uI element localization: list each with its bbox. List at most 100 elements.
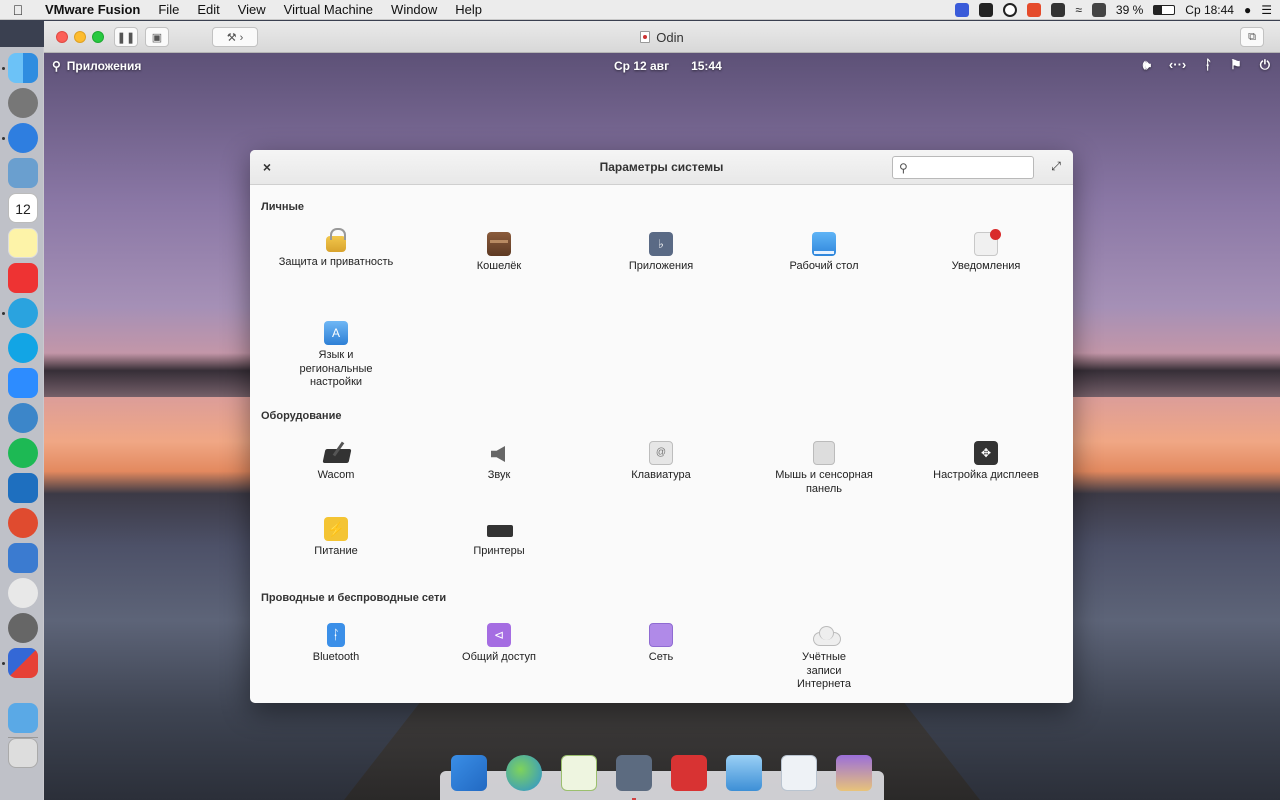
menu-file[interactable]: File [149, 2, 188, 17]
plug-notifications[interactable]: Уведомления [905, 229, 1067, 274]
tablet-icon [324, 441, 348, 465]
mac-dock: 12 [0, 47, 44, 800]
menu-help[interactable]: Help [446, 2, 491, 17]
plug-label: Принтеры [473, 545, 525, 557]
guest-top-panel: ⚲ Приложения Ср 12 авг 15:44 🕪 ‹··› ᛛ ⚑ … [44, 53, 1280, 79]
plug-security-privacy[interactable]: Защита и приватность [255, 228, 417, 270]
printer-icon [487, 517, 513, 543]
qbittorrent-icon[interactable] [8, 403, 38, 433]
plug-desktop[interactable]: Рабочий стол [743, 232, 905, 274]
shield-tray-icon[interactable] [1051, 3, 1066, 17]
zoom-icon[interactable] [8, 368, 38, 398]
close-window-button[interactable] [56, 31, 68, 43]
search-icon: ⚲ [899, 160, 908, 175]
menu-virtual-machine[interactable]: Virtual Machine [275, 2, 382, 17]
anydesk-tray-icon[interactable] [1027, 3, 1042, 17]
skype-icon[interactable] [8, 333, 38, 363]
settings-wrench-button[interactable]: ⚒ › [212, 27, 258, 47]
guest-datetime[interactable]: Ср 12 авг 15:44 [614, 59, 722, 73]
plug-wacom[interactable]: Wacom [255, 441, 417, 483]
finder-icon[interactable] [8, 53, 38, 83]
todoist-icon[interactable] [8, 263, 38, 293]
preview-icon[interactable] [8, 158, 38, 188]
menu-window[interactable]: Window [382, 2, 446, 17]
toggle-app-icon[interactable] [781, 755, 817, 791]
zoom-window-button[interactable] [92, 31, 104, 43]
plug-wallet[interactable]: Кошелёк [418, 232, 580, 274]
bluetooth-indicator-icon[interactable]: ᛛ [1204, 57, 1212, 73]
vmware-window: ❚❚ ▣ ⚒ › ⧉ Odin ⚲ Приложения Ср 12 авг 1… [44, 21, 1280, 800]
plug-displays[interactable]: ✥ Настройка дисплеев [905, 441, 1067, 483]
menu-edit[interactable]: Edit [188, 2, 228, 17]
power-indicator-icon[interactable]: ⏻ [1260, 57, 1270, 73]
appcenter-icon[interactable] [836, 755, 872, 791]
app-menu[interactable]: VMware Fusion [36, 2, 149, 17]
plug-power[interactable]: ⚡ Питание [255, 517, 417, 559]
snapshot-button[interactable]: ▣ [145, 27, 169, 47]
plug-applications[interactable]: ♭ Приложения [580, 232, 742, 274]
plug-label: Bluetooth [312, 651, 360, 663]
plug-label: Приложения [628, 260, 694, 272]
vmware-tray-icon[interactable] [955, 3, 970, 17]
launchpad-icon[interactable] [8, 88, 38, 118]
airplay-tray-icon[interactable] [1091, 3, 1106, 17]
plug-language-region[interactable]: A Язык и региональные настройки [255, 321, 417, 390]
photos-icon[interactable] [726, 755, 762, 791]
menu-view[interactable]: View [229, 2, 275, 17]
safari-icon[interactable] [8, 123, 38, 153]
calendar-app-icon[interactable] [561, 755, 597, 791]
notes-icon[interactable] [8, 228, 38, 258]
cloud-mail-icon[interactable] [8, 543, 38, 573]
sharing-icon: ⊲ [487, 623, 511, 647]
search-input[interactable] [913, 160, 1024, 175]
plug-sound[interactable]: Звук [418, 441, 580, 483]
network-globe-icon [649, 623, 673, 647]
plug-bluetooth[interactable]: ᛛ Bluetooth [255, 623, 417, 665]
plug-sharing[interactable]: ⊲ Общий доступ [418, 623, 580, 665]
vm-titlebar: ❚❚ ▣ ⚒ › ⧉ [44, 21, 1280, 53]
videos-icon[interactable] [671, 755, 707, 791]
maximize-icon[interactable]: ⤢ [1048, 159, 1064, 175]
settings-gear-icon[interactable] [616, 755, 652, 791]
minimize-window-button[interactable] [74, 31, 86, 43]
user-icon[interactable]: ● [1244, 3, 1251, 17]
toggle-tray-icon[interactable] [979, 3, 994, 17]
plug-mouse-touchpad[interactable]: Мышь и сенсорная панель [743, 441, 905, 496]
opera-tray-icon[interactable] [1003, 3, 1018, 17]
battery-icon[interactable] [1153, 5, 1176, 15]
apple-menu-icon[interactable]:  [0, 2, 36, 18]
web-browser-icon[interactable] [506, 755, 542, 791]
plug-printers[interactable]: Принтеры [418, 517, 580, 559]
downloads-folder-icon[interactable] [8, 703, 38, 733]
pause-vm-button[interactable]: ❚❚ [114, 27, 138, 47]
calendar-icon[interactable]: 12 [8, 193, 38, 223]
applications-menu[interactable]: ⚲ Приложения [52, 59, 141, 73]
plug-label: Язык и региональные настройки [299, 349, 373, 388]
vmware-fusion-icon[interactable] [8, 648, 38, 678]
network-icon[interactable]: ‹··› [1169, 57, 1186, 73]
control-center-icon[interactable]: ☰ [1261, 3, 1272, 17]
vpn-icon[interactable] [8, 473, 38, 503]
notifications-bell-icon[interactable]: ⚑ [1230, 57, 1242, 73]
telegram-icon[interactable] [8, 298, 38, 328]
multitasking-view-icon[interactable] [451, 755, 487, 791]
running-indicator [2, 137, 5, 140]
plug-label: Защита и приватность [278, 256, 394, 268]
system-preferences-icon[interactable] [8, 613, 38, 643]
unity-view-button[interactable]: ⧉ [1240, 27, 1264, 47]
running-indicator [2, 67, 5, 70]
spotify-icon[interactable] [8, 438, 38, 468]
mouse-icon [813, 441, 835, 465]
trash-icon[interactable] [8, 738, 38, 768]
cinema-icon[interactable] [8, 578, 38, 608]
plug-online-accounts[interactable]: Учётные записи Интернета [743, 623, 905, 692]
anydesk-icon[interactable] [8, 508, 38, 538]
plug-network[interactable]: Сеть [580, 623, 742, 665]
wifi-icon[interactable]: ≈ [1075, 3, 1082, 17]
mac-clock[interactable]: Ср 18:44 [1185, 3, 1234, 17]
plug-label: Питание [314, 545, 358, 557]
search-field[interactable]: ⚲ [892, 156, 1034, 179]
volume-icon[interactable]: 🕪 [1143, 57, 1151, 73]
speaker-icon [487, 441, 511, 465]
plug-keyboard[interactable]: @ Клавиатура [580, 441, 742, 483]
